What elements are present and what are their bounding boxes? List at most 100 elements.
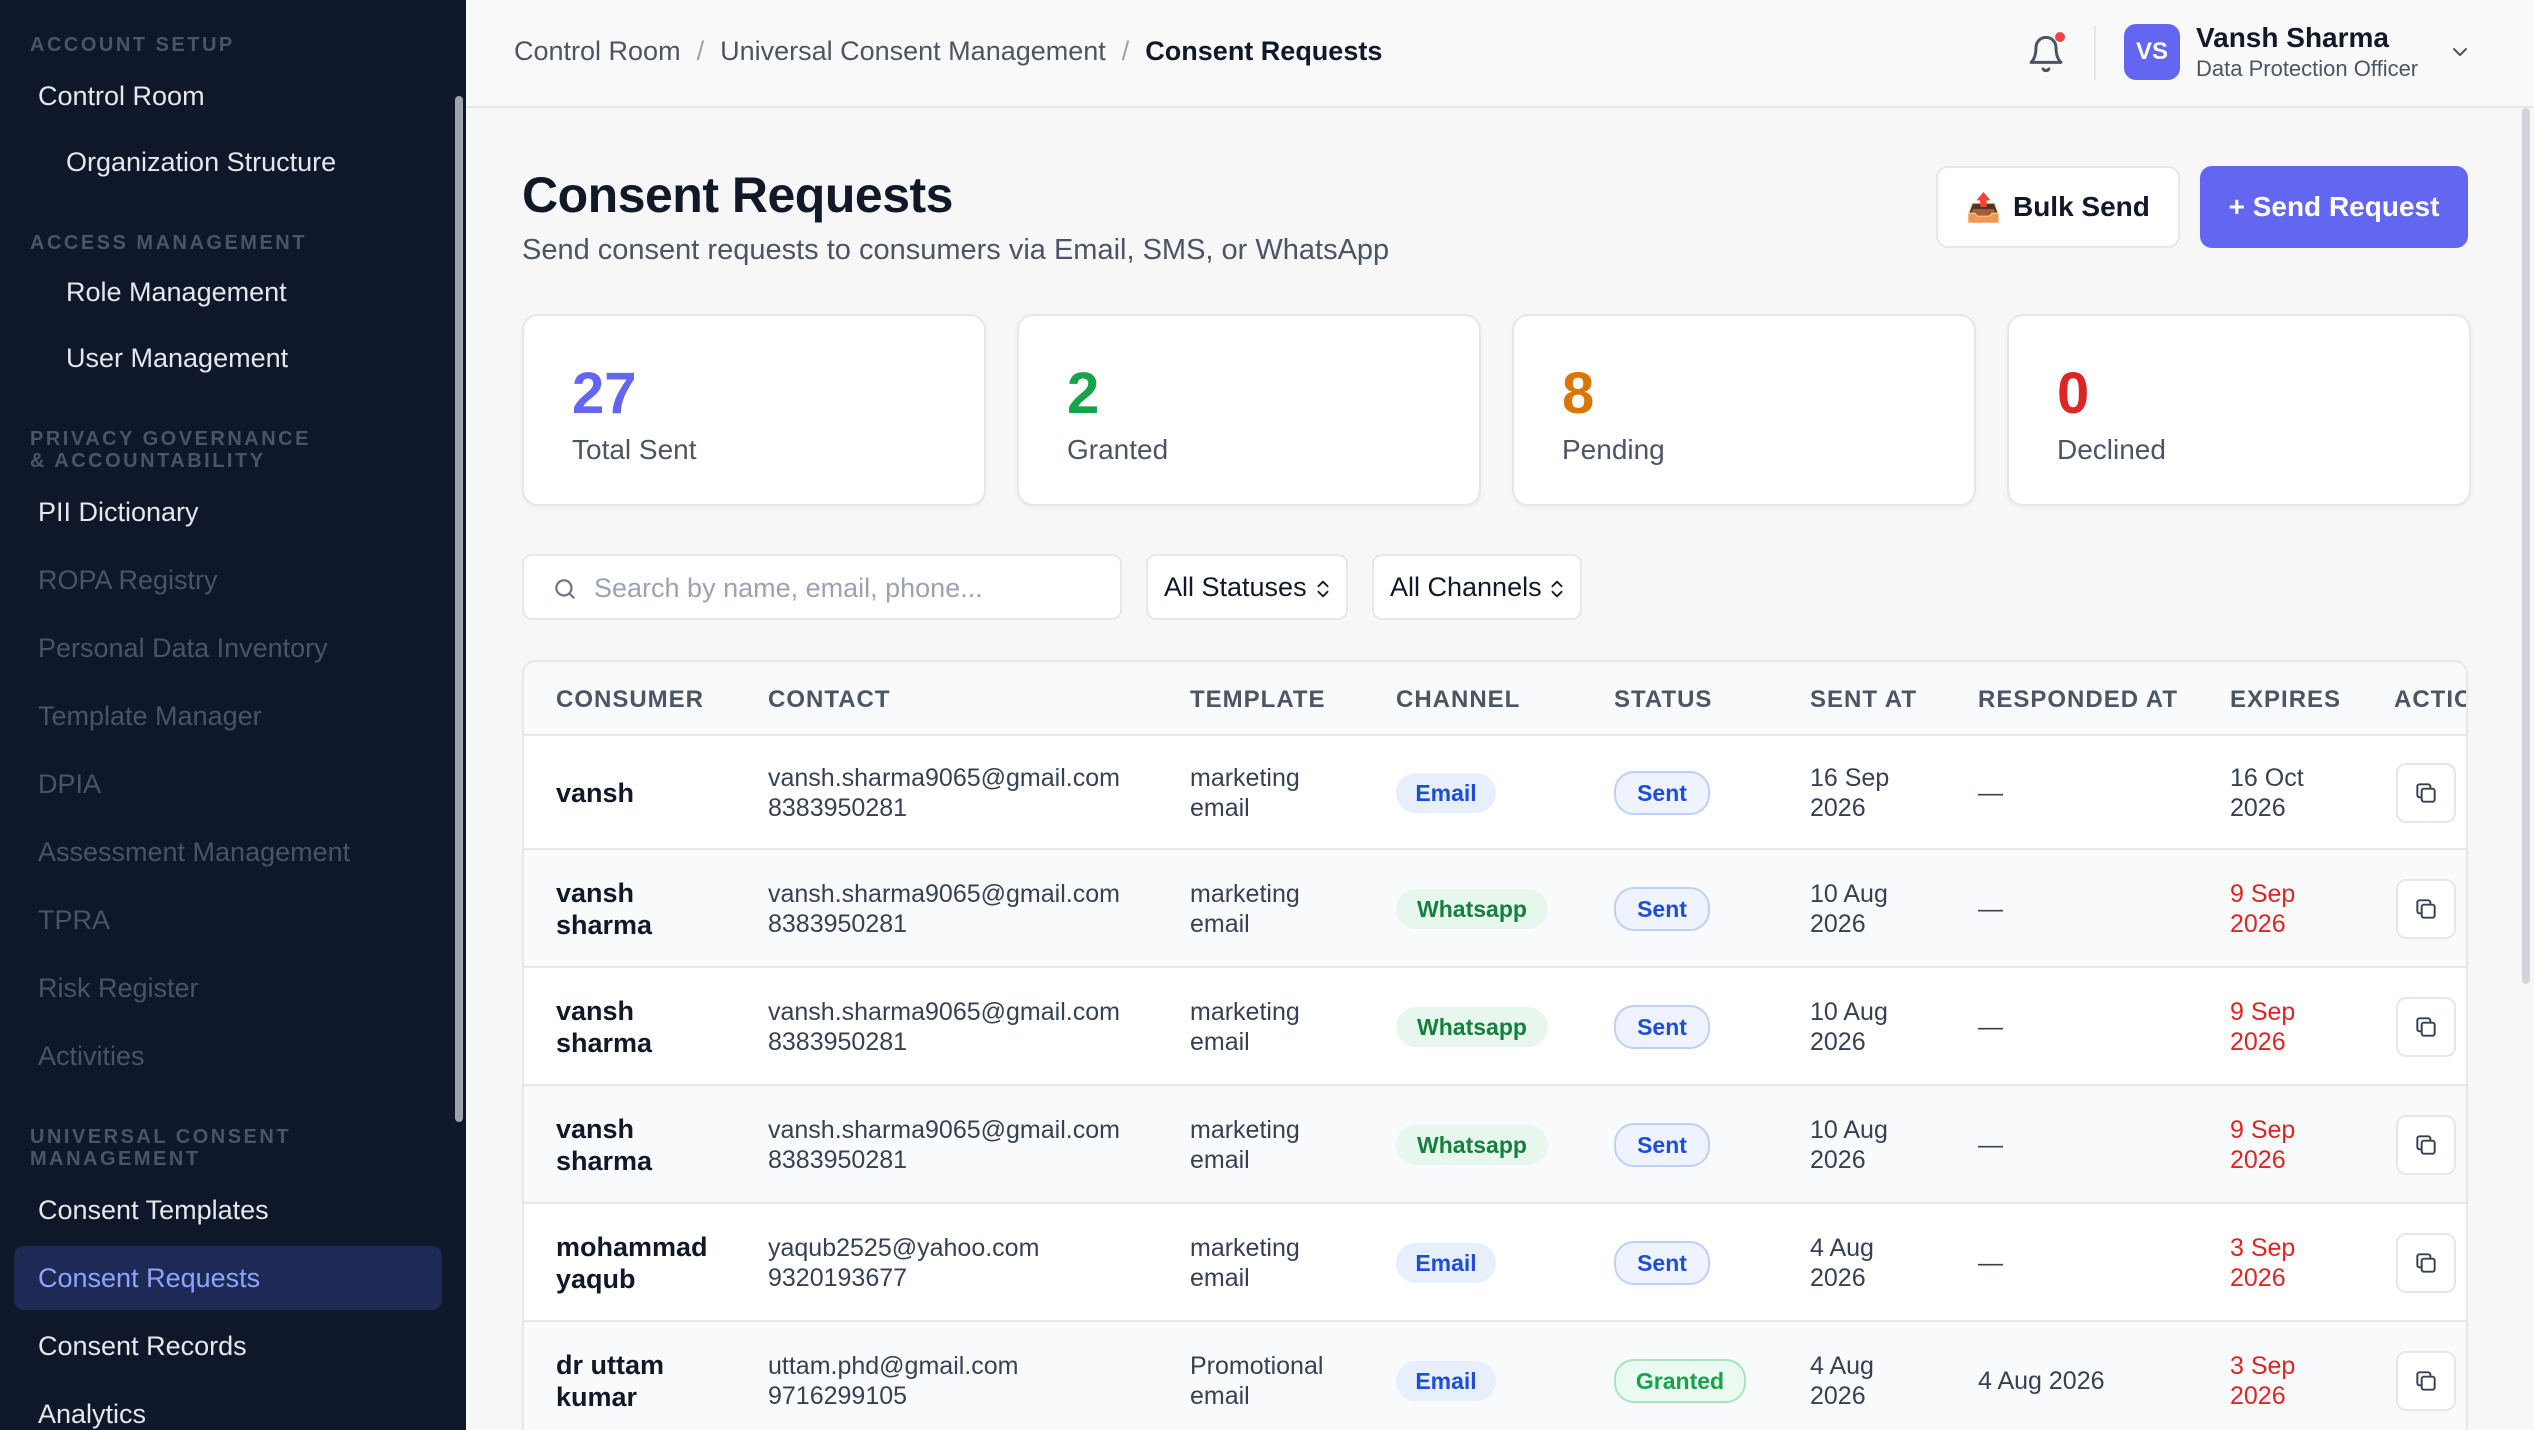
breadcrumb-control-room[interactable]: Control Room: [514, 36, 681, 67]
expires-at: 9 Sep 2026: [2230, 998, 2296, 1056]
user-role: Data Protection Officer: [2196, 56, 2419, 81]
column-header-template[interactable]: TEMPLATE: [1190, 686, 1326, 714]
column-header-consumer[interactable]: CONSUMER: [556, 686, 704, 714]
copy-link-button[interactable]: [2396, 1115, 2456, 1175]
template-name: marketing email: [1190, 1234, 1300, 1292]
table-row[interactable]: dr uttam kumar uttam.phd@gmail.com 9716299…: [524, 1322, 2466, 1430]
expires-at: 9 Sep 2026: [2230, 880, 2296, 938]
template-name: marketing email: [1190, 880, 1300, 938]
sidebar-item-user-management[interactable]: User Management: [66, 342, 288, 374]
consumer-name: vansh sharma: [556, 996, 653, 1058]
stat-label: Total Sent: [572, 434, 697, 465]
column-header-actions: ACTIO: [2394, 686, 2468, 713]
status-filter-value: All Statuses: [1164, 571, 1307, 602]
status-badge: Granted: [1614, 1359, 1746, 1403]
sidebar-item-analytics[interactable]: Analytics: [38, 1398, 146, 1430]
sidebar-item-consent-records[interactable]: Consent Records: [38, 1330, 247, 1362]
responded-at: —: [1978, 1013, 2003, 1041]
stat-card-total-sent: 27 Total Sent: [522, 314, 986, 506]
notification-dot: [2055, 32, 2065, 42]
expires-at: 9 Sep 2026: [2230, 1116, 2296, 1174]
breadcrumb-universal-consent[interactable]: Universal Consent Management: [720, 36, 1106, 67]
channel-badge: Email: [1396, 773, 1496, 813]
search-input[interactable]: [594, 566, 1104, 610]
consumer-name: vansh: [556, 778, 635, 808]
breadcrumb-separator: /: [1121, 36, 1130, 66]
sent-at: 10 Aug 2026: [1810, 880, 1888, 938]
contact-email: yaqub2525@yahoo.com: [768, 1234, 1040, 1262]
copy-link-button[interactable]: [2396, 1351, 2456, 1411]
consumer-name: dr uttam kumar: [556, 1350, 664, 1412]
sidebar-item-ropa-registry[interactable]: ROPA Registry: [38, 564, 218, 596]
table-row[interactable]: vansh sharma vansh.sharma9065@gmail.com 83…: [524, 968, 2466, 1086]
column-header-contact[interactable]: CONTACT: [768, 686, 891, 714]
main-scrollbar[interactable]: [2522, 108, 2530, 984]
column-header-responded-at[interactable]: RESPONDED AT: [1978, 686, 2178, 714]
sidebar-item-organization-structure[interactable]: Organization Structure: [66, 146, 336, 178]
contact-phone: 8383950281: [768, 1028, 908, 1056]
copy-link-button[interactable]: [2396, 879, 2456, 939]
avatar[interactable]: VS: [2124, 24, 2180, 80]
sidebar-item-consent-templates[interactable]: Consent Templates: [38, 1194, 269, 1226]
chevron-up-down-icon: [1317, 580, 1329, 598]
stat-label: Granted: [1067, 434, 1169, 465]
contact-email: uttam.phd@gmail.com: [768, 1352, 1019, 1380]
copy-icon: [2416, 783, 2436, 803]
sent-at: 4 Aug 2026: [1810, 1352, 1874, 1410]
column-header-sent-at[interactable]: SENT AT: [1810, 686, 1917, 714]
column-header-expires[interactable]: EXPIRES: [2230, 686, 2341, 714]
sidebar-item-control-room[interactable]: Control Room: [38, 80, 205, 112]
expires-at: 3 Sep 2026: [2230, 1352, 2296, 1410]
contact-email: vansh.sharma9065@gmail.com: [768, 764, 1120, 792]
sidebar-item-pii-dictionary[interactable]: PII Dictionary: [38, 496, 199, 528]
search-box: [522, 554, 1122, 620]
chevron-down-icon[interactable]: [2448, 40, 2472, 64]
send-request-button[interactable]: + Send Request: [2200, 166, 2468, 248]
table-row[interactable]: mohammad yaqub yaqub2525@yahoo.com 9320193…: [524, 1204, 2466, 1322]
copy-link-button[interactable]: [2396, 1233, 2456, 1293]
status-badge: Sent: [1614, 1005, 1710, 1049]
page-subtitle: Send consent requests to consumers via E…: [522, 234, 1390, 266]
channel-badge: Whatsapp: [1396, 1007, 1548, 1047]
copy-icon: [2416, 899, 2436, 919]
sidebar-item-risk-register[interactable]: Risk Register: [38, 972, 199, 1004]
chevron-up-down-icon: [1551, 580, 1563, 598]
sidebar-item-template-manager[interactable]: Template Manager: [38, 700, 262, 732]
table-row[interactable]: vansh sharma vansh.sharma9065@gmail.com 83…: [524, 850, 2466, 968]
channel-badge: Whatsapp: [1396, 889, 1548, 929]
sent-at: 16 Sep 2026: [1810, 764, 1890, 822]
breadcrumb-current: Consent Requests: [1145, 36, 1383, 66]
sent-at: 4 Aug 2026: [1810, 1234, 1874, 1292]
sidebar-section-privacy-governance: PRIVACY GOVERNANCE & ACCOUNTABILITY: [30, 428, 311, 472]
copy-link-button[interactable]: [2396, 997, 2456, 1057]
bulk-send-button[interactable]: 📤 Bulk Send: [1936, 166, 2180, 248]
consumer-name: vansh sharma: [556, 878, 653, 940]
column-header-status[interactable]: STATUS: [1614, 686, 1712, 714]
channel-filter-select[interactable]: All Channels: [1372, 554, 1582, 620]
copy-icon: [2416, 1371, 2436, 1391]
contact-email: vansh.sharma9065@gmail.com: [768, 998, 1120, 1026]
breadcrumb: Control Room / Universal Consent Managem…: [514, 36, 1382, 67]
user-name[interactable]: Vansh Sharma: [2196, 22, 2389, 54]
sidebar-item-activities[interactable]: Activities: [38, 1040, 145, 1072]
table-row[interactable]: vansh sharma vansh.sharma9065@gmail.com 83…: [524, 1086, 2466, 1204]
status-filter-select[interactable]: All Statuses: [1146, 554, 1348, 620]
sent-at: 10 Aug 2026: [1810, 1116, 1888, 1174]
stat-card-declined: 0 Declined: [2007, 314, 2471, 506]
table-row[interactable]: vansh vansh.sharma9065@gmail.com 838395028…: [524, 736, 2466, 850]
sidebar-scrollbar[interactable]: [455, 96, 463, 1122]
sidebar-item-personal-data-inventory[interactable]: Personal Data Inventory: [38, 632, 328, 664]
template-name: marketing email: [1190, 764, 1300, 822]
sidebar-item-consent-requests[interactable]: Consent Requests: [38, 1262, 260, 1294]
stat-card-granted: 2 Granted: [1017, 314, 1481, 506]
copy-icon: [2416, 1135, 2436, 1155]
sidebar-section-access-management: ACCESS MANAGEMENT: [30, 232, 307, 254]
sidebar-item-assessment-management[interactable]: Assessment Management: [38, 836, 350, 868]
sidebar-item-tpra[interactable]: TPRA: [38, 904, 110, 936]
sidebar-item-role-management[interactable]: Role Management: [66, 276, 287, 308]
sidebar-item-dpia[interactable]: DPIA: [38, 768, 101, 800]
template-name: marketing email: [1190, 1116, 1300, 1174]
copy-link-button[interactable]: [2396, 763, 2456, 823]
column-header-channel[interactable]: CHANNEL: [1396, 686, 1520, 714]
responded-at: —: [1978, 1131, 2003, 1159]
